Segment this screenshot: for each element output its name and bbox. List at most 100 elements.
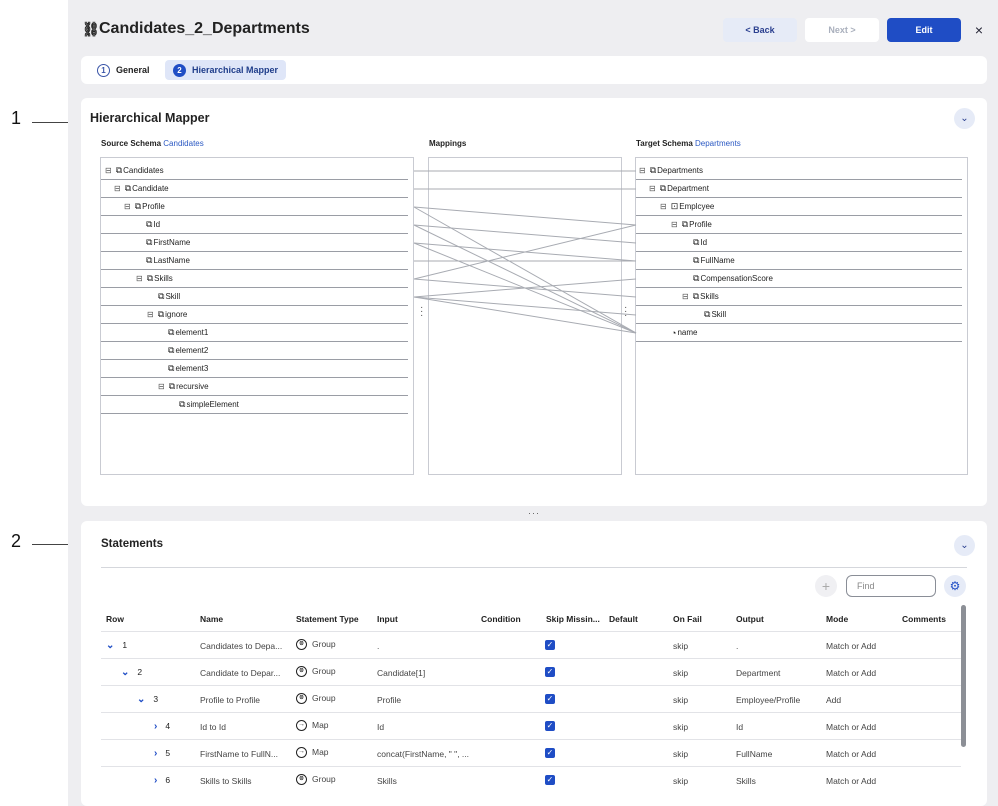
column-header-condition[interactable]: Condition	[481, 614, 521, 624]
column-header-mode[interactable]: Mode	[826, 614, 848, 624]
check-icon: ✓	[546, 748, 554, 757]
cell-input: Candidate[1]	[377, 668, 426, 678]
tab-general[interactable]: 1 General	[89, 60, 158, 80]
source-node[interactable]: ⊟ ⧉ recursive	[101, 378, 408, 396]
collapse-icon[interactable]: ⊟	[105, 166, 112, 175]
column-header-comments[interactable]: Comments	[902, 614, 946, 624]
cell-mode: Match or Add	[826, 722, 877, 732]
chevron-down-icon[interactable]: ⌄	[137, 694, 145, 705]
add-statement-button[interactable]: +	[815, 575, 837, 597]
source-node[interactable]: ⊟ ⧉ Skills	[101, 270, 408, 288]
column-header-row[interactable]: Row	[106, 614, 124, 624]
target-node[interactable]: ◔ name	[636, 324, 962, 342]
collapse-icon[interactable]: ⊟	[158, 382, 165, 391]
column-header-on-fail[interactable]: On Fail	[673, 614, 702, 624]
edit-button[interactable]: Edit	[887, 18, 961, 42]
chevron-down-icon[interactable]: ⌄	[106, 640, 114, 651]
collapse-icon[interactable]: ⊟	[660, 202, 667, 211]
target-node[interactable]: ⊟ ⧉ Departments	[636, 162, 962, 180]
target-node[interactable]: ⊟ ⧉ Department	[636, 180, 962, 198]
target-node[interactable]: ⧉ Id	[636, 234, 962, 252]
skip-missing-checkbox[interactable]: ✓	[545, 775, 555, 785]
row-number[interactable]: ⌄ 1	[106, 640, 127, 651]
column-header-name[interactable]: Name	[200, 614, 223, 624]
find-input[interactable]	[846, 575, 936, 597]
element-icon: ⧉	[693, 255, 700, 265]
source-node[interactable]: ⊟ ⧉ ignore	[101, 306, 408, 324]
resize-handle-icon[interactable]: ···	[528, 508, 540, 518]
source-schema-link[interactable]: Candidates	[163, 139, 203, 148]
column-header-output[interactable]: Output	[736, 614, 764, 624]
skip-missing-checkbox[interactable]: ✓	[545, 694, 555, 704]
source-node[interactable]: ⧉ element3	[101, 360, 408, 378]
collapse-icon[interactable]: ⊟	[649, 184, 656, 193]
collapse-icon[interactable]: ⊟	[114, 184, 121, 193]
page-title: Candidates_2_Departments	[99, 20, 310, 37]
row-number[interactable]: ⌄ 3	[137, 694, 158, 705]
group-icon: ꙩ	[296, 666, 307, 678]
cell-output: Skills	[736, 776, 756, 786]
source-node[interactable]: ⧉ simpleElement	[101, 396, 408, 414]
target-node[interactable]: ⊟ ⊡ Emplcyee	[636, 198, 962, 216]
target-node[interactable]: ⧉ FullName	[636, 252, 962, 270]
source-node[interactable]: ⧉ LastName	[101, 252, 408, 270]
collapse-icon[interactable]: ⊟	[682, 292, 689, 301]
target-node[interactable]: ⊟ ⧉ Skills	[636, 288, 962, 306]
close-icon[interactable]: ×	[970, 21, 988, 39]
element-icon: ⧉	[692, 291, 700, 301]
column-header-default[interactable]: Default	[609, 614, 638, 624]
column-header-input[interactable]: Input	[377, 614, 398, 624]
cell-output: Employee/Profile	[736, 695, 801, 705]
row-number[interactable]: › 6	[154, 775, 170, 786]
back-button[interactable]: < Back	[723, 18, 797, 42]
skip-missing-checkbox[interactable]: ✓	[545, 640, 555, 650]
table-row-divider	[101, 739, 961, 740]
row-number[interactable]: › 4	[154, 721, 170, 732]
source-node[interactable]: ⧉ Id	[101, 216, 408, 234]
source-node[interactable]: ⧉ element1	[101, 324, 408, 342]
row-number[interactable]: › 5	[154, 748, 170, 759]
drag-handle-icon[interactable]: · · ·	[420, 303, 423, 321]
collapse-mapper-button[interactable]: ⌄	[954, 108, 975, 129]
chevron-down-icon[interactable]: ⌄	[121, 667, 129, 678]
source-node[interactable]: ⧉ element2	[101, 342, 408, 360]
column-header-statement-type[interactable]: Statement Type	[296, 614, 359, 624]
collapse-statements-button[interactable]: ⌄	[954, 535, 975, 556]
target-schema-link[interactable]: Departments	[695, 139, 741, 148]
skip-missing-checkbox[interactable]: ✓	[545, 748, 555, 758]
table-scrollbar[interactable]	[961, 605, 966, 747]
source-node[interactable]: ⧉ FirstName	[101, 234, 408, 252]
tab-hierarchical-mapper[interactable]: 2 Hierarchical Mapper	[165, 60, 287, 80]
element-icon: ⧉	[168, 363, 175, 373]
target-node[interactable]: ⧉ Skill	[636, 306, 962, 324]
collapse-icon[interactable]: ⊟	[136, 274, 143, 283]
drag-handle-icon[interactable]: · · ·	[624, 303, 627, 321]
row-number[interactable]: ⌄ 2	[121, 667, 142, 678]
cell-input: Profile	[377, 695, 402, 705]
source-node[interactable]: ⊟ ⧉ Candidates	[101, 162, 408, 180]
cell-name: Candidate to Depar...	[200, 668, 281, 678]
column-header-skip-missing[interactable]: Skip Missin...	[546, 614, 600, 624]
source-node[interactable]: ⊟ ⧉ Profile	[101, 198, 408, 216]
source-node[interactable]: ⊟ ⧉ Candidate	[101, 180, 408, 198]
next-button[interactable]: Next >	[805, 18, 879, 42]
target-node[interactable]: ⊟ ⧉ Profile	[636, 216, 962, 234]
element-icon: ⧉	[158, 291, 165, 301]
collapse-icon[interactable]: ⊟	[147, 310, 154, 319]
table-row-divider	[101, 766, 961, 767]
cell-statement-type: ꙩ Group	[296, 774, 336, 786]
skip-missing-checkbox[interactable]: ✓	[545, 721, 555, 731]
cell-mode: Add	[826, 695, 842, 705]
chevron-right-icon[interactable]: ›	[154, 748, 157, 759]
collapse-icon[interactable]: ⊟	[639, 166, 646, 175]
target-node[interactable]: ⧉ CompensationScore	[636, 270, 962, 288]
cell-on-fail: skip	[673, 641, 689, 651]
collapse-icon[interactable]: ⊟	[671, 220, 678, 229]
skip-missing-checkbox[interactable]: ✓	[545, 667, 555, 677]
chevron-right-icon[interactable]: ›	[154, 775, 157, 786]
settings-button[interactable]: ⚙	[944, 575, 966, 597]
source-node[interactable]: ⧉ Skill	[101, 288, 408, 306]
collapse-icon[interactable]: ⊟	[124, 202, 131, 211]
chevron-right-icon[interactable]: ›	[154, 721, 157, 732]
element-icon: ⧉	[124, 183, 132, 193]
